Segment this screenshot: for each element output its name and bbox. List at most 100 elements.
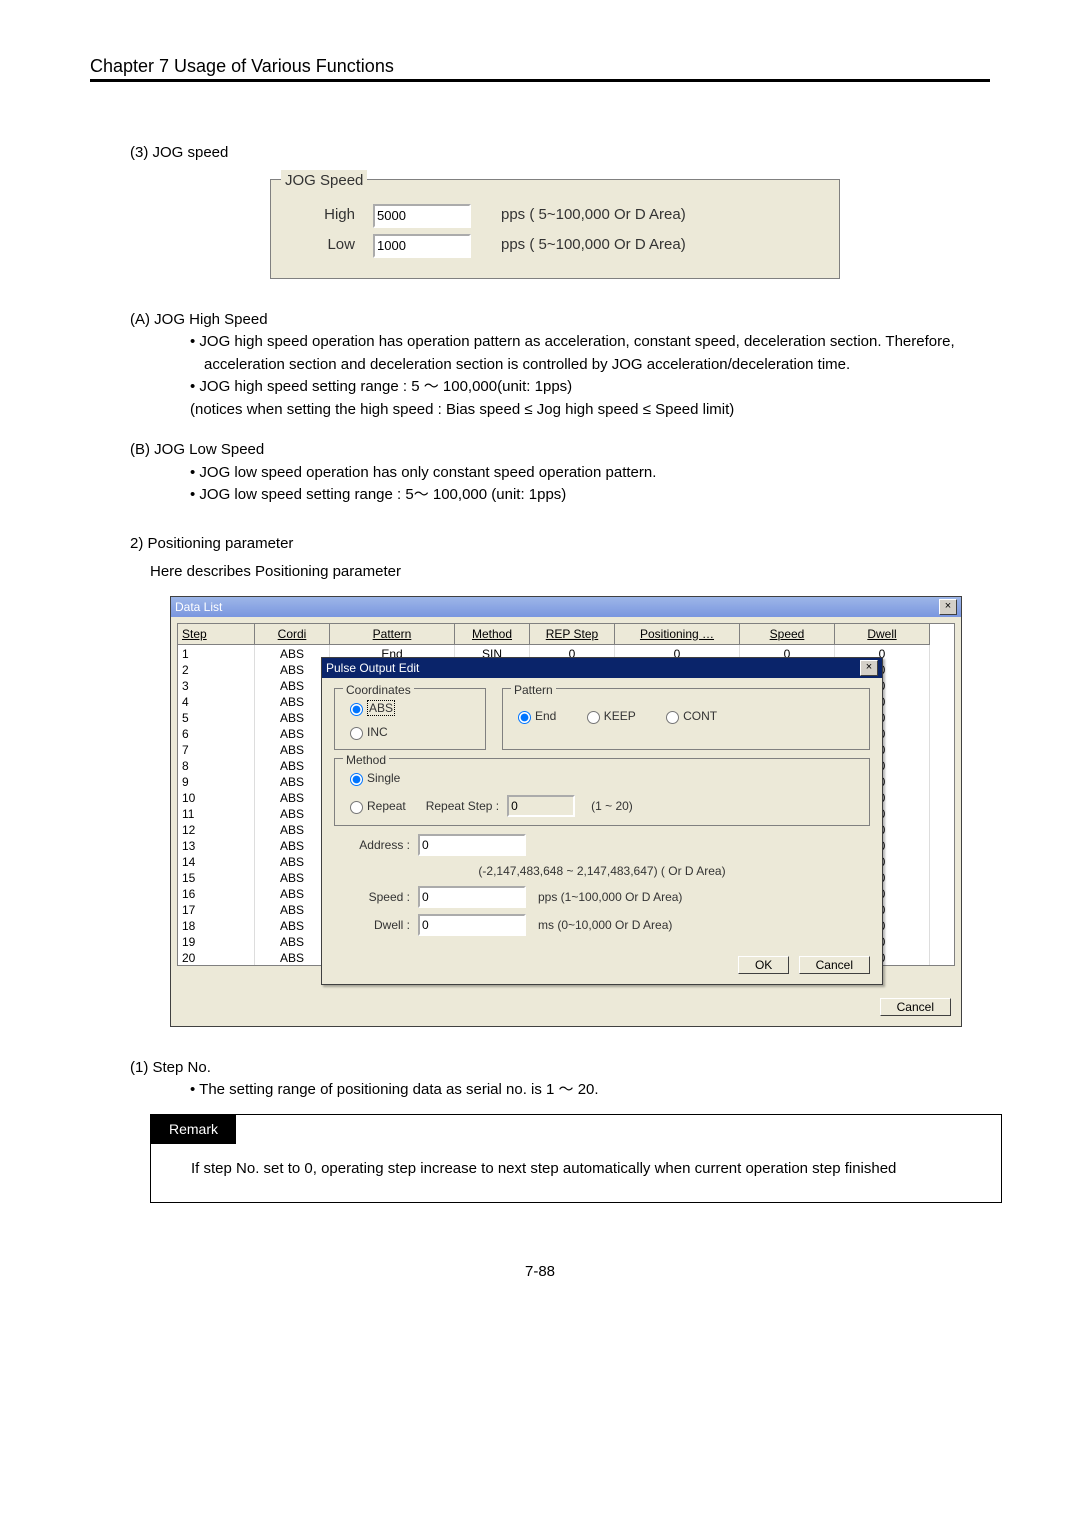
- jog-speed-groupbox: JOG Speed High pps ( 5~100,000 Or D Area…: [270, 179, 840, 279]
- cell-cordi: ABS: [255, 693, 330, 709]
- jog-low-bullet-2: JOG low speed setting range : 5～ 100,000…: [190, 484, 990, 507]
- pattern-groupbox: Pattern End KEEP CONT: [502, 688, 870, 750]
- cell-cordi: ABS: [255, 773, 330, 789]
- page-number: 7-88: [90, 1263, 990, 1280]
- method-repeat-input[interactable]: [350, 801, 363, 814]
- cell-step: 16: [178, 885, 255, 901]
- cell-step: 7: [178, 741, 255, 757]
- jog-low-input[interactable]: [373, 234, 471, 258]
- col-step-header[interactable]: Step: [178, 624, 255, 645]
- remark-text: If step No. set to 0, operating step inc…: [151, 1144, 1001, 1203]
- coordinates-legend: Coordinates: [343, 681, 414, 699]
- jog-high-note: (notices when setting the high speed : B…: [190, 399, 990, 422]
- col-method-header[interactable]: Method: [455, 624, 530, 645]
- cell-cordi: ABS: [255, 677, 330, 693]
- coord-abs-input[interactable]: [350, 703, 363, 716]
- jog-high-unit: pps ( 5~100,000 Or D Area): [501, 204, 686, 227]
- cell-cordi: ABS: [255, 709, 330, 725]
- jog-high-bullet-1: JOG high speed operation has operation p…: [190, 331, 990, 376]
- cell-step: 1: [178, 645, 255, 661]
- cell-cordi: ABS: [255, 789, 330, 805]
- data-list-titlebar: Data List ×: [171, 597, 961, 617]
- cell-step: 10: [178, 789, 255, 805]
- dwell-input[interactable]: [418, 914, 526, 936]
- coord-inc-radio[interactable]: INC: [345, 723, 453, 741]
- remark-box: Remark If step No. set to 0, operating s…: [150, 1114, 1002, 1204]
- method-single-radio[interactable]: Single: [345, 769, 837, 787]
- step-no-heading: (1) Step No.: [130, 1057, 990, 1080]
- pulse-dialog-close-button[interactable]: ×: [860, 660, 878, 676]
- dwell-hint: ms (0~10,000 Or D Area): [538, 916, 672, 934]
- jog-low-label: Low: [285, 234, 355, 257]
- col-rep-header[interactable]: REP Step: [530, 624, 615, 645]
- col-dwell-header[interactable]: Dwell: [835, 624, 930, 645]
- col-speed-header[interactable]: Speed: [740, 624, 835, 645]
- address-hint: (-2,147,483,648 ~ 2,147,483,647) ( Or D …: [478, 862, 725, 880]
- pattern-end-input[interactable]: [518, 711, 531, 724]
- cell-cordi: ABS: [255, 805, 330, 821]
- jog-speed-legend: JOG Speed: [281, 170, 367, 193]
- cell-cordi: ABS: [255, 645, 330, 661]
- dialog-ok-button[interactable]: OK: [738, 956, 789, 974]
- cell-step: 9: [178, 773, 255, 789]
- chapter-title: Chapter 7 Usage of Various Functions: [90, 56, 394, 76]
- jog-high-label: High: [285, 204, 355, 227]
- dialog-cancel-button[interactable]: Cancel: [799, 956, 870, 974]
- col-cordi-header[interactable]: Cordi: [255, 624, 330, 645]
- jog-speed-heading: (3) JOG speed: [130, 142, 990, 165]
- col-pos-header[interactable]: Positioning …: [615, 624, 740, 645]
- coord-inc-input[interactable]: [350, 727, 363, 740]
- jog-high-input[interactable]: [373, 204, 471, 228]
- repeat-step-hint: (1 ~ 20): [591, 797, 633, 815]
- cell-step: 14: [178, 853, 255, 869]
- cell-step: 3: [178, 677, 255, 693]
- jog-high-bullet-2: JOG high speed setting range : 5 ～ 100,0…: [190, 376, 990, 399]
- cell-step: 19: [178, 933, 255, 949]
- method-groupbox: Method Single Repeat Repeat Step : (1 ~ …: [334, 758, 870, 826]
- data-list-title: Data List: [175, 598, 222, 616]
- pattern-cont-radio[interactable]: CONT: [661, 709, 717, 723]
- pattern-end-radio[interactable]: End: [513, 709, 556, 723]
- cell-step: 11: [178, 805, 255, 821]
- pulse-dialog-titlebar: Pulse Output Edit ×: [322, 658, 882, 678]
- step-no-bullet-1: The setting range of positioning data as…: [190, 1079, 990, 1102]
- chapter-header: Chapter 7 Usage of Various Functions: [90, 56, 990, 82]
- repeat-step-input: [507, 795, 575, 817]
- coordinates-groupbox: Coordinates ABS INC: [334, 688, 486, 750]
- speed-label: Speed :: [334, 888, 410, 906]
- method-legend: Method: [343, 751, 389, 769]
- pattern-keep-radio[interactable]: KEEP: [582, 709, 636, 723]
- speed-hint: pps (1~100,000 Or D Area): [538, 888, 682, 906]
- cell-cordi: ABS: [255, 901, 330, 917]
- cell-step: 8: [178, 757, 255, 773]
- address-label: Address :: [334, 836, 410, 854]
- address-input[interactable]: [418, 834, 526, 856]
- positioning-heading: 2) Positioning parameter: [130, 533, 990, 556]
- pattern-keep-input[interactable]: [587, 711, 600, 724]
- speed-input[interactable]: [418, 886, 526, 908]
- pulse-output-edit-dialog: Pulse Output Edit × Coordinates ABS INC: [321, 657, 883, 985]
- data-list-window: Data List × Step Cordi Pattern Method RE…: [170, 596, 962, 1027]
- pattern-cont-input[interactable]: [666, 711, 679, 724]
- cell-step: 6: [178, 725, 255, 741]
- data-list-cancel-button[interactable]: Cancel: [880, 998, 951, 1016]
- cell-cordi: ABS: [255, 837, 330, 853]
- cell-step: 12: [178, 821, 255, 837]
- dwell-label: Dwell :: [334, 916, 410, 934]
- cell-cordi: ABS: [255, 933, 330, 949]
- coord-abs-radio[interactable]: ABS: [345, 699, 453, 717]
- cell-cordi: ABS: [255, 661, 330, 677]
- data-list-close-button[interactable]: ×: [939, 599, 957, 615]
- remark-tab: Remark: [151, 1115, 236, 1144]
- jog-low-subheading: (B) JOG Low Speed: [130, 439, 990, 462]
- method-single-input[interactable]: [350, 773, 363, 786]
- col-pattern-header[interactable]: Pattern: [330, 624, 455, 645]
- cell-cordi: ABS: [255, 741, 330, 757]
- cell-step: 20: [178, 949, 255, 965]
- cell-step: 4: [178, 693, 255, 709]
- method-repeat-radio[interactable]: Repeat: [345, 797, 406, 815]
- cell-cordi: ABS: [255, 757, 330, 773]
- cell-step: 13: [178, 837, 255, 853]
- jog-low-unit: pps ( 5~100,000 Or D Area): [501, 234, 686, 257]
- cell-step: 5: [178, 709, 255, 725]
